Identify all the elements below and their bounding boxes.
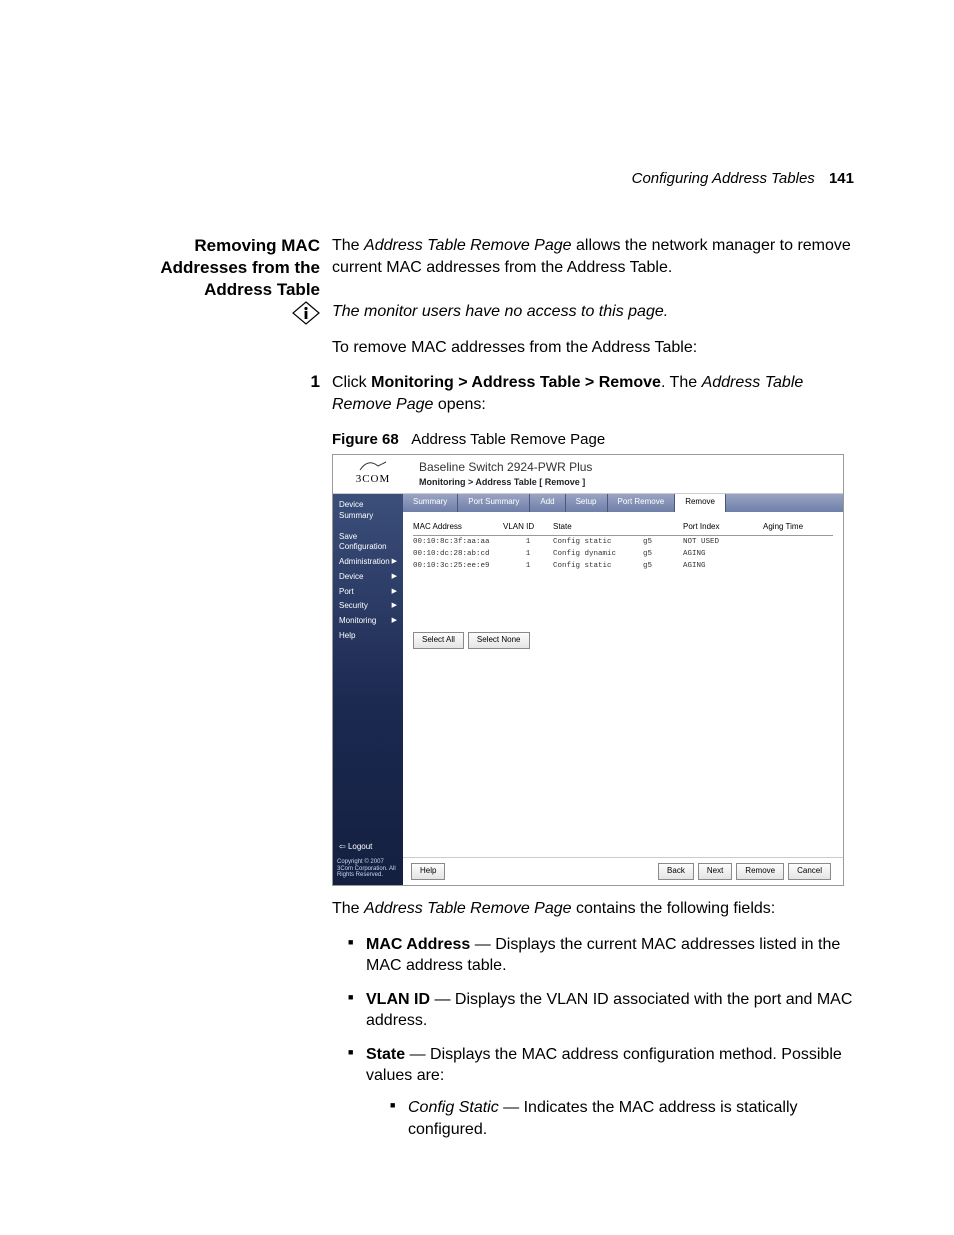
column-header: Port Index (683, 522, 763, 533)
table-header: MAC AddressVLAN IDState Port IndexAging T… (413, 522, 833, 536)
step-number: 1 (130, 372, 332, 1152)
tab-bar: SummaryPort SummaryAddSetupPort RemoveRe… (403, 494, 843, 512)
embedded-screenshot: 3COM Baseline Switch 2924-PWR Plus Monit… (332, 454, 844, 886)
lead-in: To remove MAC addresses from the Address… (332, 337, 854, 359)
footer-button[interactable]: Remove (736, 863, 784, 880)
table-row[interactable]: 00:10:dc:28:ab:cd1Config dynamicg5AGING (413, 548, 833, 560)
step-1-text: Click Monitoring > Address Table > Remov… (332, 372, 854, 415)
column-header (643, 522, 683, 533)
info-icon (130, 301, 332, 372)
page-number: 141 (829, 170, 854, 187)
nav-item[interactable]: Administration▶ (333, 555, 403, 570)
tab[interactable]: Setup (566, 494, 608, 512)
section-title: Configuring Address Tables (632, 170, 815, 187)
after-figure-para: The Address Table Remove Page contains t… (332, 898, 854, 920)
tab[interactable]: Remove (675, 494, 726, 512)
select-button[interactable]: Select All (413, 632, 464, 649)
footer-button[interactable]: Cancel (788, 863, 831, 880)
side-heading: Removing MAC Addresses from the Address … (130, 235, 332, 301)
nav-item[interactable]: Port▶ (333, 585, 403, 600)
breadcrumb: Monitoring > Address Table [ Remove ] (419, 476, 837, 488)
figure-caption: Figure 68 Address Table Remove Page (332, 430, 854, 450)
list-item: MAC Address — Displays the current MAC a… (348, 934, 854, 977)
table-row[interactable]: 00:10:8c:3f:aa:aa1Config staticg5NOT USE… (413, 536, 833, 548)
running-header: Configuring Address Tables 141 (632, 170, 854, 187)
selection-buttons: Select AllSelect None (413, 632, 833, 649)
column-header: VLAN ID (503, 522, 553, 533)
product-title: Baseline Switch 2924-PWR Plus (419, 459, 837, 475)
list-item: Config Static — Indicates the MAC addres… (390, 1097, 854, 1140)
nav-item[interactable]: Device Summary (333, 498, 403, 524)
tab[interactable]: Summary (403, 494, 458, 512)
copyright: Copyright © 2007 3Com Corporation. All R… (333, 857, 403, 881)
tab[interactable]: Port Remove (608, 494, 676, 512)
footer-button[interactable]: Help (411, 863, 445, 880)
nav-item[interactable]: Help (333, 629, 403, 644)
fields-list: MAC Address — Displays the current MAC a… (348, 934, 854, 1141)
logo: 3COM (333, 455, 413, 493)
tab[interactable]: Add (530, 494, 565, 512)
list-item: VLAN ID — Displays the VLAN ID associate… (348, 989, 854, 1032)
intro-paragraph-1: The Address Table Remove Page allows the… (332, 235, 854, 278)
footer-button[interactable]: Back (658, 863, 694, 880)
list-item: State — Displays the MAC address configu… (348, 1044, 854, 1140)
column-header: MAC Address (413, 522, 503, 533)
tab[interactable]: Port Summary (458, 494, 530, 512)
nav-item[interactable]: Security▶ (333, 599, 403, 614)
nav-item[interactable]: Monitoring▶ (333, 614, 403, 629)
column-header: State (553, 522, 643, 533)
side-nav: Device Summary Save ConfigurationAdminist… (333, 494, 403, 885)
access-note: The monitor users have no access to this… (332, 301, 854, 323)
nav-item[interactable]: Device▶ (333, 570, 403, 585)
table-row[interactable]: 00:10:3c:25:ee:e91Config staticg5AGING (413, 560, 833, 572)
nav-item[interactable]: Save Configuration (333, 530, 403, 556)
column-header: Aging Time (763, 522, 833, 533)
logout-link[interactable]: ⇦ Logout (333, 838, 403, 857)
select-button[interactable]: Select None (468, 632, 530, 649)
footer-button[interactable]: Next (698, 863, 732, 880)
